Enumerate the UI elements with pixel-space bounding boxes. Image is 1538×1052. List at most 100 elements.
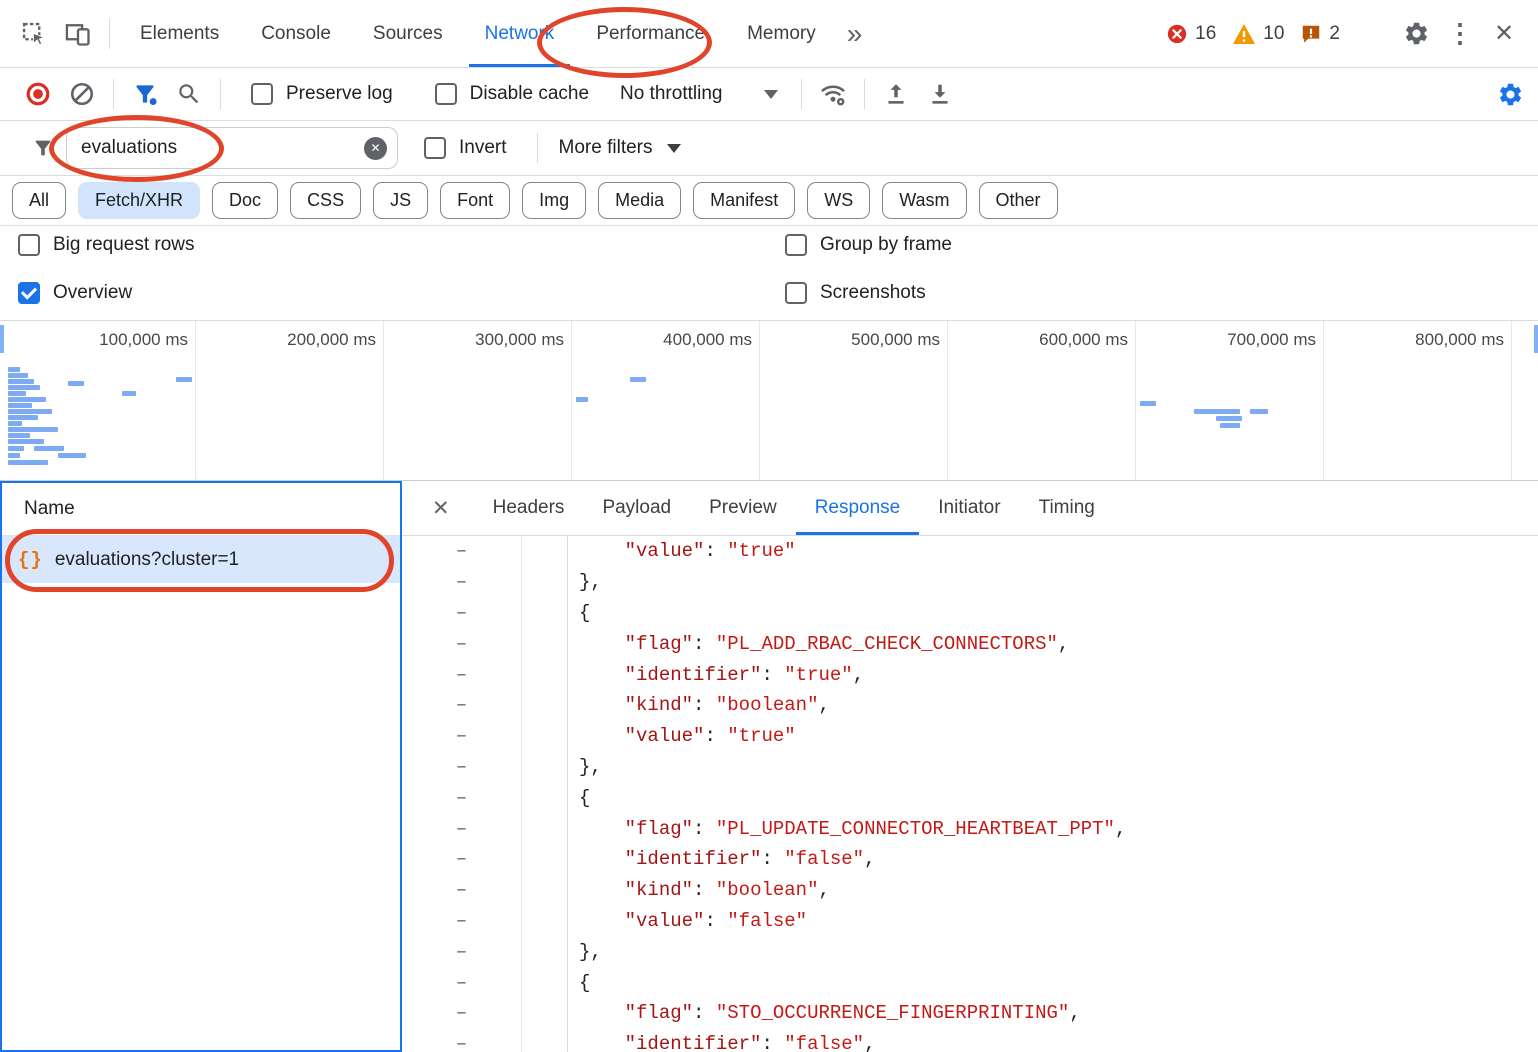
fold-marker[interactable]: – [402,813,522,844]
tab-console[interactable]: Console [240,0,352,67]
response-line: – { [402,967,1538,998]
fold-marker[interactable]: – [402,628,522,659]
chip-other[interactable]: Other [979,182,1058,219]
response-line-text: { [522,602,590,624]
tab-network[interactable]: Network [464,0,576,67]
error-badge[interactable]: 16 [1166,23,1216,45]
more-filters-button[interactable]: More filters [559,137,681,159]
chip-media[interactable]: Media [598,182,681,219]
chip-doc[interactable]: Doc [212,182,278,219]
inspect-element-button[interactable] [12,12,56,56]
detail-tab-preview[interactable]: Preview [690,481,796,535]
detail-tab-timing[interactable]: Timing [1020,481,1114,535]
tab-sources[interactable]: Sources [352,0,464,67]
chip-manifest[interactable]: Manifest [693,182,795,219]
filter-toggle-button[interactable] [123,72,167,116]
preserve-log-checkbox[interactable] [251,83,273,105]
chip-wasm[interactable]: Wasm [882,182,966,219]
chip-js[interactable]: JS [373,182,428,219]
detail-tab-payload[interactable]: Payload [583,481,690,535]
option-group-by-frame[interactable]: Group by frame [785,234,952,256]
overview-timeline[interactable]: 100,000 ms200,000 ms300,000 ms400,000 ms… [0,321,1538,481]
timeline-tick-label: 800,000 ms [1334,330,1504,350]
fold-marker[interactable]: – [402,998,522,1029]
fold-marker[interactable]: – [402,721,522,752]
overview-request-bar [8,460,48,465]
tab-elements[interactable]: Elements [119,0,240,67]
fold-marker[interactable]: – [402,567,522,598]
overview-checkbox[interactable] [18,282,40,304]
error-icon [1166,23,1188,45]
record-network-log-button[interactable] [16,72,60,116]
detail-tab-response[interactable]: Response [796,481,920,535]
big-request-rows-checkbox[interactable] [18,234,40,256]
overview-window-handle-left[interactable] [0,325,4,353]
fold-marker[interactable]: – [402,536,522,567]
disable-cache-option[interactable]: Disable cache [435,83,589,105]
issues-count: 2 [1329,23,1340,45]
chip-css[interactable]: CSS [290,182,361,219]
issues-badge[interactable]: 2 [1300,23,1340,45]
overview-request-bar [8,433,30,438]
divider [109,19,110,49]
close-devtools-button[interactable]: ✕ [1482,12,1526,56]
fold-marker[interactable]: – [402,659,522,690]
request-name: evaluations?cluster=1 [55,549,239,571]
fold-marker[interactable]: – [402,1029,522,1052]
option-big-request-rows[interactable]: Big request rows [18,234,195,256]
fold-marker[interactable]: – [402,967,522,998]
fold-marker[interactable]: – [402,844,522,875]
overview-request-bar [58,453,86,458]
fold-marker[interactable]: – [402,752,522,783]
invert-option[interactable]: Invert [424,137,507,159]
settings-button[interactable] [1394,12,1438,56]
chip-img[interactable]: Img [522,182,586,219]
export-har-button[interactable] [918,72,962,116]
fold-marker[interactable]: – [402,906,522,937]
chip-ws[interactable]: WS [807,182,870,219]
response-line-text: }, [522,571,602,593]
preserve-log-option[interactable]: Preserve log [251,83,393,105]
fold-marker[interactable]: – [402,875,522,906]
chip-all[interactable]: All [12,182,66,219]
option-screenshots[interactable]: Screenshots [785,282,926,304]
name-column-header[interactable]: Name [2,483,400,536]
fold-marker[interactable]: – [402,782,522,813]
group-by-frame-checkbox[interactable] [785,234,807,256]
overview-request-bar [8,379,34,384]
search-button[interactable] [167,72,211,116]
fold-marker[interactable]: – [402,598,522,629]
clear-network-log-button[interactable] [60,72,104,116]
filter-text-input[interactable]: evaluations ✕ [66,127,398,169]
invert-checkbox[interactable] [424,137,446,159]
tab-performance[interactable]: Performance [575,0,726,67]
disable-cache-checkbox[interactable] [435,83,457,105]
network-conditions-button[interactable] [811,72,855,116]
fold-marker[interactable]: – [402,690,522,721]
warning-badge[interactable]: 10 [1232,23,1284,45]
more-menu-button[interactable]: ⋮ [1438,12,1482,56]
response-line: – "flag": "PL_UPDATE_CONNECTOR_HEARTBEAT… [402,813,1538,844]
tab-memory[interactable]: Memory [726,0,837,67]
close-details-button[interactable]: ✕ [432,496,450,521]
detail-tab-headers[interactable]: Headers [474,481,584,535]
throttling-select[interactable]: No throttling [620,83,778,105]
detail-tab-initiator[interactable]: Initiator [919,481,1019,535]
fold-marker[interactable]: – [402,936,522,967]
network-toolbar: Preserve log Disable cache No throttling [0,68,1538,121]
chip-fetch-xhr[interactable]: Fetch/XHR [78,182,200,219]
device-toolbar-button[interactable] [56,12,100,56]
clear-filter-button[interactable]: ✕ [364,137,387,160]
overview-request-bar [8,391,26,396]
screenshots-checkbox[interactable] [785,282,807,304]
timeline-gridline [1323,321,1324,480]
network-settings-button[interactable] [1488,72,1532,116]
timeline-gridline [1511,321,1512,480]
more-tabs-button[interactable]: » [837,20,873,48]
option-overview[interactable]: Overview [18,282,132,304]
overview-request-bar [1140,401,1156,406]
overview-window-handle-right[interactable] [1534,325,1538,353]
request-row[interactable]: {}evaluations?cluster=1 [2,536,400,583]
chip-font[interactable]: Font [440,182,510,219]
import-har-button[interactable] [874,72,918,116]
